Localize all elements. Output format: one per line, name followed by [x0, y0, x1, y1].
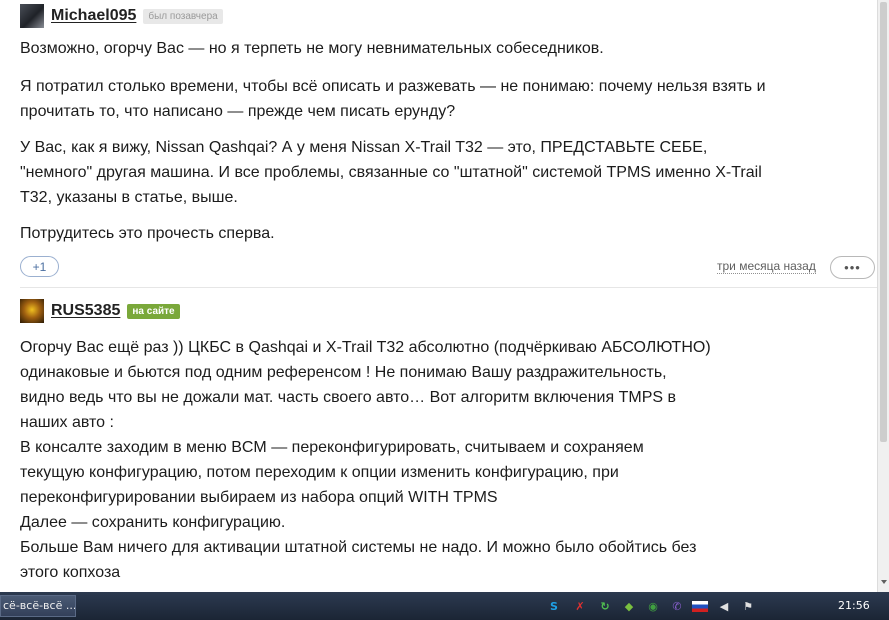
like-button[interactable]: +1	[20, 256, 59, 277]
comment-paragraph: У Вас, как я вижу, Nissan Qashqai? А у м…	[20, 139, 762, 206]
taskbar-window-button[interactable]: сё-всё-всё ...	[0, 595, 76, 617]
comment-line: Огорчу Вас ещё раз )) ЦКБС в Qashqai и X…	[20, 339, 711, 356]
scrollbar-thumb[interactable]	[880, 2, 887, 442]
comment-line: текущую конфигурацию, потом переходим к …	[20, 464, 619, 481]
divider	[20, 287, 877, 288]
comment-line: одинаковые и бьются под одним референсом…	[20, 364, 667, 381]
comment-line: Далее — сохранить конфигурацию.	[20, 514, 286, 531]
sync-icon[interactable]: ↻	[597, 598, 613, 614]
online-badge: на сайте	[127, 303, 180, 319]
comment-header: Michael095 был позавчера	[20, 3, 223, 29]
viber-icon[interactable]: ✆	[669, 598, 685, 614]
comment-thread: Michael095 был позавчера Возможно, огорч…	[0, 0, 877, 592]
avatar[interactable]	[20, 4, 44, 28]
username-link[interactable]: Michael095	[51, 7, 136, 25]
antivirus-icon[interactable]: ✗	[572, 598, 588, 614]
scroll-down-arrow-icon[interactable]	[881, 580, 887, 584]
more-options-button[interactable]: •••	[830, 256, 875, 279]
comment-line: В консалте заходим в меню BCM — переконф…	[20, 439, 644, 456]
network-icon[interactable]: ◉	[645, 598, 661, 614]
comment-paragraph: Я потратил столько времени, чтобы всё оп…	[20, 78, 766, 120]
avatar[interactable]	[20, 299, 44, 323]
comment-paragraph: Возможно, огорчу Вас — но я терпеть не м…	[20, 40, 604, 57]
comment-line: видно ведь что вы не дожали мат. часть с…	[20, 389, 676, 406]
comment-line: Больше Вам ничего для активации штатной …	[20, 539, 697, 556]
skype-icon[interactable]: S	[546, 598, 562, 614]
comment-header: RUS5385 на сайте	[20, 298, 180, 324]
shield-icon[interactable]: ◆	[621, 598, 637, 614]
username-link[interactable]: RUS5385	[51, 302, 120, 320]
speaker-icon[interactable]: ◀	[716, 598, 732, 614]
comment-line: наших авто :	[20, 414, 114, 431]
taskbar: сё-всё-всё ... S ✗ ↻ ◆ ◉ ✆ ◀ ⚑ 21:56	[0, 592, 889, 620]
vertical-scrollbar[interactable]	[877, 0, 889, 592]
system-clock[interactable]: 21:56	[838, 599, 870, 612]
comment-timestamp[interactable]: три месяца назад	[717, 259, 816, 274]
comment-paragraph: Потрудитесь это прочесть сперва.	[20, 225, 275, 242]
flag-ru-icon[interactable]	[692, 601, 708, 612]
comment-line: этого копхоза	[20, 564, 121, 581]
comment-body: Огорчу Вас ещё раз )) ЦКБС в Qashqai и X…	[20, 335, 790, 585]
comment-line: переконфигурировании выбираем из набора …	[20, 489, 498, 506]
status-badge: был позавчера	[143, 8, 223, 24]
flag-notification-icon[interactable]: ⚑	[740, 598, 756, 614]
